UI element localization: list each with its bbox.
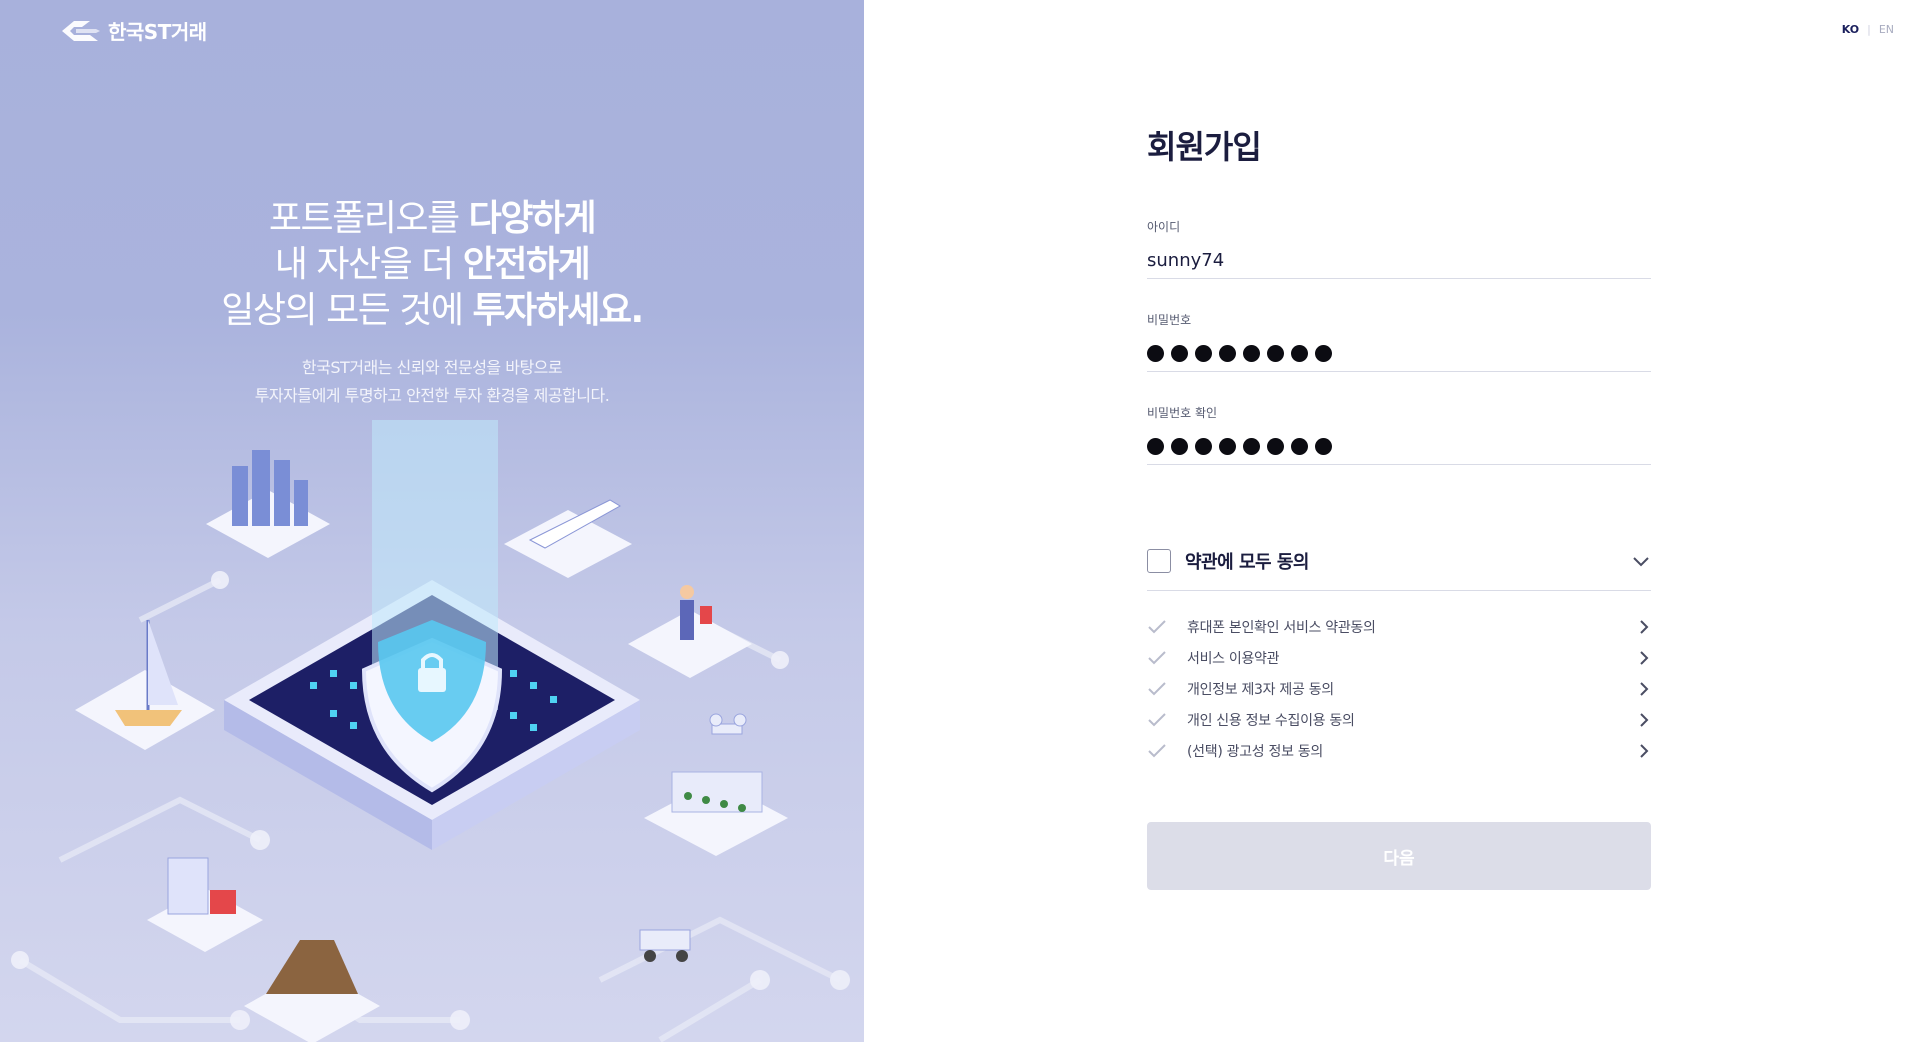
id-field: 아이디	[1147, 218, 1651, 311]
headline-line1: 포트폴리오를	[268, 198, 469, 239]
term-item[interactable]: 개인 신용 정보 수집이용 동의	[1147, 704, 1651, 735]
hero-headline: 포트폴리오를 다양하게 내 자산을 더 안전하게 일상의 모든 것에 투자하세요…	[0, 196, 864, 334]
check-icon[interactable]	[1147, 619, 1167, 635]
check-icon[interactable]	[1147, 712, 1167, 728]
terms-list: 휴대폰 본인확인 서비스 약관동의 서비스 이용약관 개인정보 제3자 제공 동…	[1147, 611, 1651, 766]
password-input[interactable]	[1147, 336, 1651, 372]
language-switch: KO | EN	[1842, 23, 1894, 36]
headline-line3-bold: 투자하세요.	[472, 290, 644, 331]
password-confirm-dot	[1147, 438, 1164, 455]
brand-logo[interactable]: 한국ST거래	[60, 16, 207, 45]
chevron-right-icon[interactable]	[1637, 711, 1651, 729]
agree-all-checkbox[interactable]	[1147, 548, 1171, 573]
isometric-illustration	[11, 420, 850, 1042]
chevron-down-icon[interactable]	[1631, 551, 1651, 571]
subtitle-line2: 투자자들에게 투명하고 안전한 투자 환경을 제공합니다.	[254, 386, 610, 405]
term-left: 개인 신용 정보 수집이용 동의	[1147, 710, 1355, 730]
chevron-right-icon[interactable]	[1637, 680, 1651, 698]
password-confirm-input[interactable]	[1147, 429, 1651, 465]
subtitle-line1: 한국ST거래는 신뢰와 전문성을 바탕으로	[301, 358, 563, 377]
password-dot	[1171, 345, 1188, 362]
password-confirm-dot	[1267, 438, 1284, 455]
signup-form: 회원가입 아이디 비밀번호 비밀번호 확인	[1147, 122, 1651, 890]
password-dot	[1267, 345, 1284, 362]
password-label: 비밀번호	[1147, 313, 1192, 327]
term-left: 개인정보 제3자 제공 동의	[1147, 679, 1334, 699]
signup-page: 한국ST거래 포트폴리오를 다양하게 내 자산을 더 안전하게 일상의 모든 것…	[0, 0, 1920, 1042]
id-label: 아이디	[1147, 220, 1181, 234]
next-button[interactable]: 다음	[1147, 822, 1651, 890]
term-label: 휴대폰 본인확인 서비스 약관동의	[1187, 619, 1376, 636]
id-input[interactable]	[1147, 243, 1651, 279]
lang-en-button[interactable]: EN	[1879, 23, 1894, 36]
chevron-right-icon[interactable]	[1637, 742, 1651, 760]
term-label: 서비스 이용약관	[1187, 650, 1280, 667]
lang-separator: |	[1867, 23, 1871, 36]
password-confirm-dot	[1291, 438, 1308, 455]
password-confirm-dot	[1195, 438, 1212, 455]
term-left: 서비스 이용약관	[1147, 648, 1280, 668]
lang-ko-button[interactable]: KO	[1842, 23, 1859, 36]
agree-all-left: 약관에 모두 동의	[1147, 548, 1309, 574]
password-confirm-dot	[1243, 438, 1260, 455]
password-dot	[1147, 345, 1164, 362]
page-title: 회원가입	[1147, 128, 1262, 166]
password-dot	[1219, 345, 1236, 362]
agree-all-label: 약관에 모두 동의	[1185, 551, 1309, 573]
check-icon[interactable]	[1147, 650, 1167, 666]
password-field: 비밀번호	[1147, 311, 1651, 404]
password-confirm-dot	[1315, 438, 1332, 455]
check-icon[interactable]	[1147, 681, 1167, 697]
password-confirm-field: 비밀번호 확인	[1147, 404, 1651, 497]
term-left: 휴대폰 본인확인 서비스 약관동의	[1147, 617, 1376, 637]
password-confirm-dot	[1219, 438, 1236, 455]
chevron-right-icon[interactable]	[1637, 649, 1651, 667]
password-dot	[1243, 345, 1260, 362]
hero-panel: 한국ST거래 포트폴리오를 다양하게 내 자산을 더 안전하게 일상의 모든 것…	[0, 0, 864, 1042]
term-label: 개인정보 제3자 제공 동의	[1187, 681, 1334, 698]
term-item[interactable]: (선택) 광고성 정보 동의	[1147, 735, 1651, 766]
term-item[interactable]: 개인정보 제3자 제공 동의	[1147, 673, 1651, 704]
password-confirm-label: 비밀번호 확인	[1147, 406, 1218, 420]
headline-line2: 내 자산을 더	[274, 244, 463, 285]
brand-name: 한국ST거래	[108, 20, 207, 44]
term-label: (선택) 광고성 정보 동의	[1187, 743, 1323, 760]
hero-subtitle: 한국ST거래는 신뢰와 전문성을 바탕으로 투자자들에게 투명하고 안전한 투자…	[0, 354, 864, 410]
headline-line1-bold: 다양하게	[468, 198, 597, 239]
check-icon[interactable]	[1147, 743, 1167, 759]
password-dot	[1195, 345, 1212, 362]
password-dot	[1315, 345, 1332, 362]
logo-icon	[62, 20, 100, 41]
chevron-right-icon[interactable]	[1637, 618, 1651, 636]
term-item[interactable]: 휴대폰 본인확인 서비스 약관동의	[1147, 611, 1651, 642]
term-left: (선택) 광고성 정보 동의	[1147, 741, 1323, 761]
term-label: 개인 신용 정보 수집이용 동의	[1187, 712, 1355, 729]
term-item[interactable]: 서비스 이용약관	[1147, 642, 1651, 673]
password-dot	[1291, 345, 1308, 362]
headline-line3: 일상의 모든 것에	[221, 290, 473, 331]
headline-line2-bold: 안전하게	[462, 244, 591, 285]
password-confirm-dot	[1171, 438, 1188, 455]
agree-all-row[interactable]: 약관에 모두 동의	[1147, 531, 1651, 591]
signup-panel: KO | EN 회원가입 아이디 비밀번호	[864, 0, 1920, 1042]
